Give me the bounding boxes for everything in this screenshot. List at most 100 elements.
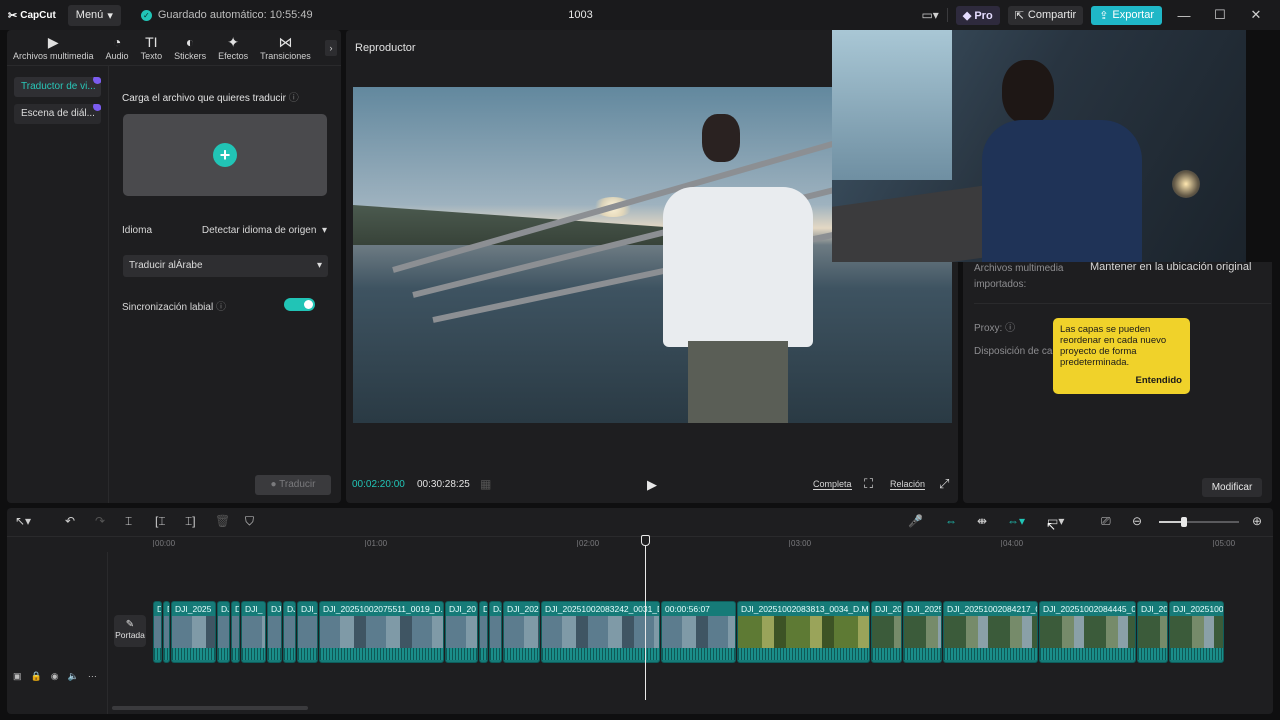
timeline-clip[interactable]: DJI_20251002084445_0( [1039, 601, 1136, 663]
timeline-clip[interactable]: DJI_202 [503, 601, 540, 663]
modify-button[interactable]: Modificar [1202, 478, 1262, 497]
redo-icon[interactable]: ↷ [95, 514, 105, 528]
cover-button[interactable]: ✎ Portada [114, 615, 146, 647]
side-item-video-translator[interactable]: Traductor de vi... [14, 77, 101, 97]
timeline-clip[interactable]: DJI_20 [445, 601, 478, 663]
playhead-handle[interactable] [641, 535, 650, 546]
pro-button[interactable]: ◆ Pro [955, 5, 1000, 25]
fullscreen-icon[interactable]: ⤢ [939, 476, 949, 492]
tab-effects[interactable]: ✦ Efectos [212, 35, 254, 61]
side-list: Traductor de vi... Escena de diál... [7, 66, 107, 503]
trim-left-icon[interactable]: [⌶ [155, 514, 166, 529]
delete-icon[interactable]: 🗑 [215, 514, 230, 528]
clip-thumbnails [504, 616, 539, 648]
clip-thumbnails [218, 616, 229, 648]
layout-icon[interactable]: ▭▾ [921, 8, 938, 22]
tooltip-ok-button[interactable]: Entendido [1136, 375, 1182, 386]
export-button[interactable]: ⇪ Exportar [1091, 5, 1162, 25]
timeline-clip[interactable]: DJ [283, 601, 296, 663]
timeline-clip[interactable]: DJI_2025 [171, 601, 216, 663]
tab-media[interactable]: ▶ Archivos multimedia [7, 35, 100, 61]
scan-icon[interactable]: ⛶ [864, 476, 873, 492]
time-ruler[interactable]: 00:00 01:00 02:00 03:00 04:00 05:00 [7, 536, 1273, 550]
timeline-clip[interactable]: D [163, 601, 170, 663]
plus-icon[interactable]: + [213, 143, 237, 167]
timeline-clip[interactable]: DJI_2025 [903, 601, 942, 663]
upload-dropzone[interactable]: + [123, 114, 327, 196]
timeline-clip[interactable]: 00:00:56:07 [661, 601, 736, 663]
main-track-magnet-icon[interactable]: ⇔ [945, 514, 957, 528]
timeline-clip[interactable]: DJI [267, 601, 282, 663]
tab-stickers[interactable]: ◐ Stickers [168, 35, 212, 61]
clip-thumbnails [320, 616, 443, 648]
zoom-out-icon[interactable]: ⊖ [1132, 514, 1142, 528]
speaker-icon[interactable]: 🔈 [68, 671, 79, 682]
timeline-clip[interactable]: D [479, 601, 488, 663]
chevron-down-icon: ▾ [107, 9, 113, 22]
play-button[interactable]: ▶ [647, 477, 657, 493]
clip-thumbnails [446, 616, 477, 648]
select-cursor-icon[interactable]: ↖▾ [15, 514, 31, 528]
zoom-slider[interactable] [1159, 517, 1239, 527]
tabs-scroll-right[interactable]: › [325, 40, 337, 56]
auto-snap-icon[interactable]: ⇼ [977, 514, 987, 528]
tab-transitions[interactable]: ⋈ Transiciones [254, 35, 317, 61]
tab-text[interactable]: TI Texto [135, 35, 169, 61]
clip-name: DJI_20251002084445_0( [1043, 604, 1136, 614]
lock-icon[interactable]: 🔒 [31, 671, 42, 682]
side-item-dialogue-scene[interactable]: Escena de diál... [14, 104, 101, 124]
clip-thumbnails [298, 616, 317, 648]
eye-icon[interactable]: ◉ [51, 671, 59, 682]
timeline-clip[interactable]: DJ [489, 601, 502, 663]
timeline-clip[interactable]: DJI_20251002083813_0034_D.MP [737, 601, 870, 663]
timeline-clip[interactable]: DJI_ [241, 601, 266, 663]
full-quality-button[interactable]: Completa [813, 479, 852, 490]
timeline-clip[interactable]: DJI_20251002084217_0( [943, 601, 1038, 663]
maximize-icon[interactable]: ☐ [1206, 7, 1234, 23]
clip-name: D [235, 604, 239, 614]
timeline-clip[interactable]: DJI_20 [871, 601, 902, 663]
translate-to-select[interactable]: Traducir alÁrabe ▾ [123, 255, 328, 277]
clip-audio-waveform [872, 648, 901, 660]
ratio-button[interactable]: Relación [890, 479, 926, 490]
playhead-line[interactable] [645, 536, 646, 700]
minimize-icon[interactable]: — [1170, 8, 1198, 23]
timeline-clip[interactable]: DJ [217, 601, 230, 663]
timeline-clip[interactable]: D [231, 601, 240, 663]
zoom-handle[interactable] [1181, 517, 1187, 527]
horizontal-scrollbar[interactable] [112, 706, 308, 710]
grid-icon[interactable]: ▦ [480, 477, 491, 491]
timeline-clip[interactable]: DJI_20 [1137, 601, 1168, 663]
timeline-clip[interactable]: DJI_20251002075511_0019_D.M [319, 601, 444, 663]
clip-name: DJI_20251002083813_0034_D.MP [741, 604, 870, 614]
lipsync-toggle[interactable] [284, 298, 315, 311]
language-select[interactable]: Detectar idioma de origen ▾ [202, 225, 327, 236]
timeline-clip[interactable]: D [153, 601, 162, 663]
track-toggle-icon[interactable]: ▣ [13, 671, 22, 682]
timeline-clip[interactable]: DJI_ [297, 601, 318, 663]
clip-audio-waveform [662, 648, 735, 660]
undo-icon[interactable]: ↶ [65, 514, 75, 528]
menu-button[interactable]: Menú ▾ [67, 4, 121, 26]
zoom-in-icon[interactable]: ⊕ [1252, 514, 1262, 528]
translate-button[interactable]: ● Traducir [255, 475, 331, 495]
left-panel: ▶ Archivos multimedia ◔ Audio TI Texto ◐ Sti… [7, 30, 341, 503]
total-time: 00:30:28:25 [417, 479, 470, 490]
microphone-icon[interactable]: 🎤 [908, 514, 923, 528]
tab-audio[interactable]: ◔ Audio [100, 35, 135, 61]
trim-right-icon[interactable]: ⌶] [185, 514, 196, 529]
clip-audio-waveform [172, 648, 215, 660]
timeline-clip[interactable]: DJI_20251002083242_0031_D.MP4 [541, 601, 660, 663]
share-button[interactable]: ⇱ Compartir [1007, 5, 1084, 25]
webcam-overlay [832, 30, 1246, 262]
clip-thumbnails [542, 616, 659, 648]
split-icon[interactable]: ⌶ [125, 514, 132, 529]
close-icon[interactable]: ✕ [1242, 7, 1270, 23]
more-icon[interactable]: ⋯ [88, 671, 97, 682]
text-icon: TI [145, 34, 158, 50]
timeline-settings-icon[interactable]: ⎚ [1101, 514, 1111, 529]
media-import-value[interactable]: Mantener en la ubicación original [1090, 261, 1251, 273]
link-icon[interactable]: ⇔▾ [1007, 514, 1025, 528]
shield-icon[interactable]: ⛉ [245, 514, 254, 529]
timeline-clip[interactable]: DJI_20251000 [1169, 601, 1224, 663]
